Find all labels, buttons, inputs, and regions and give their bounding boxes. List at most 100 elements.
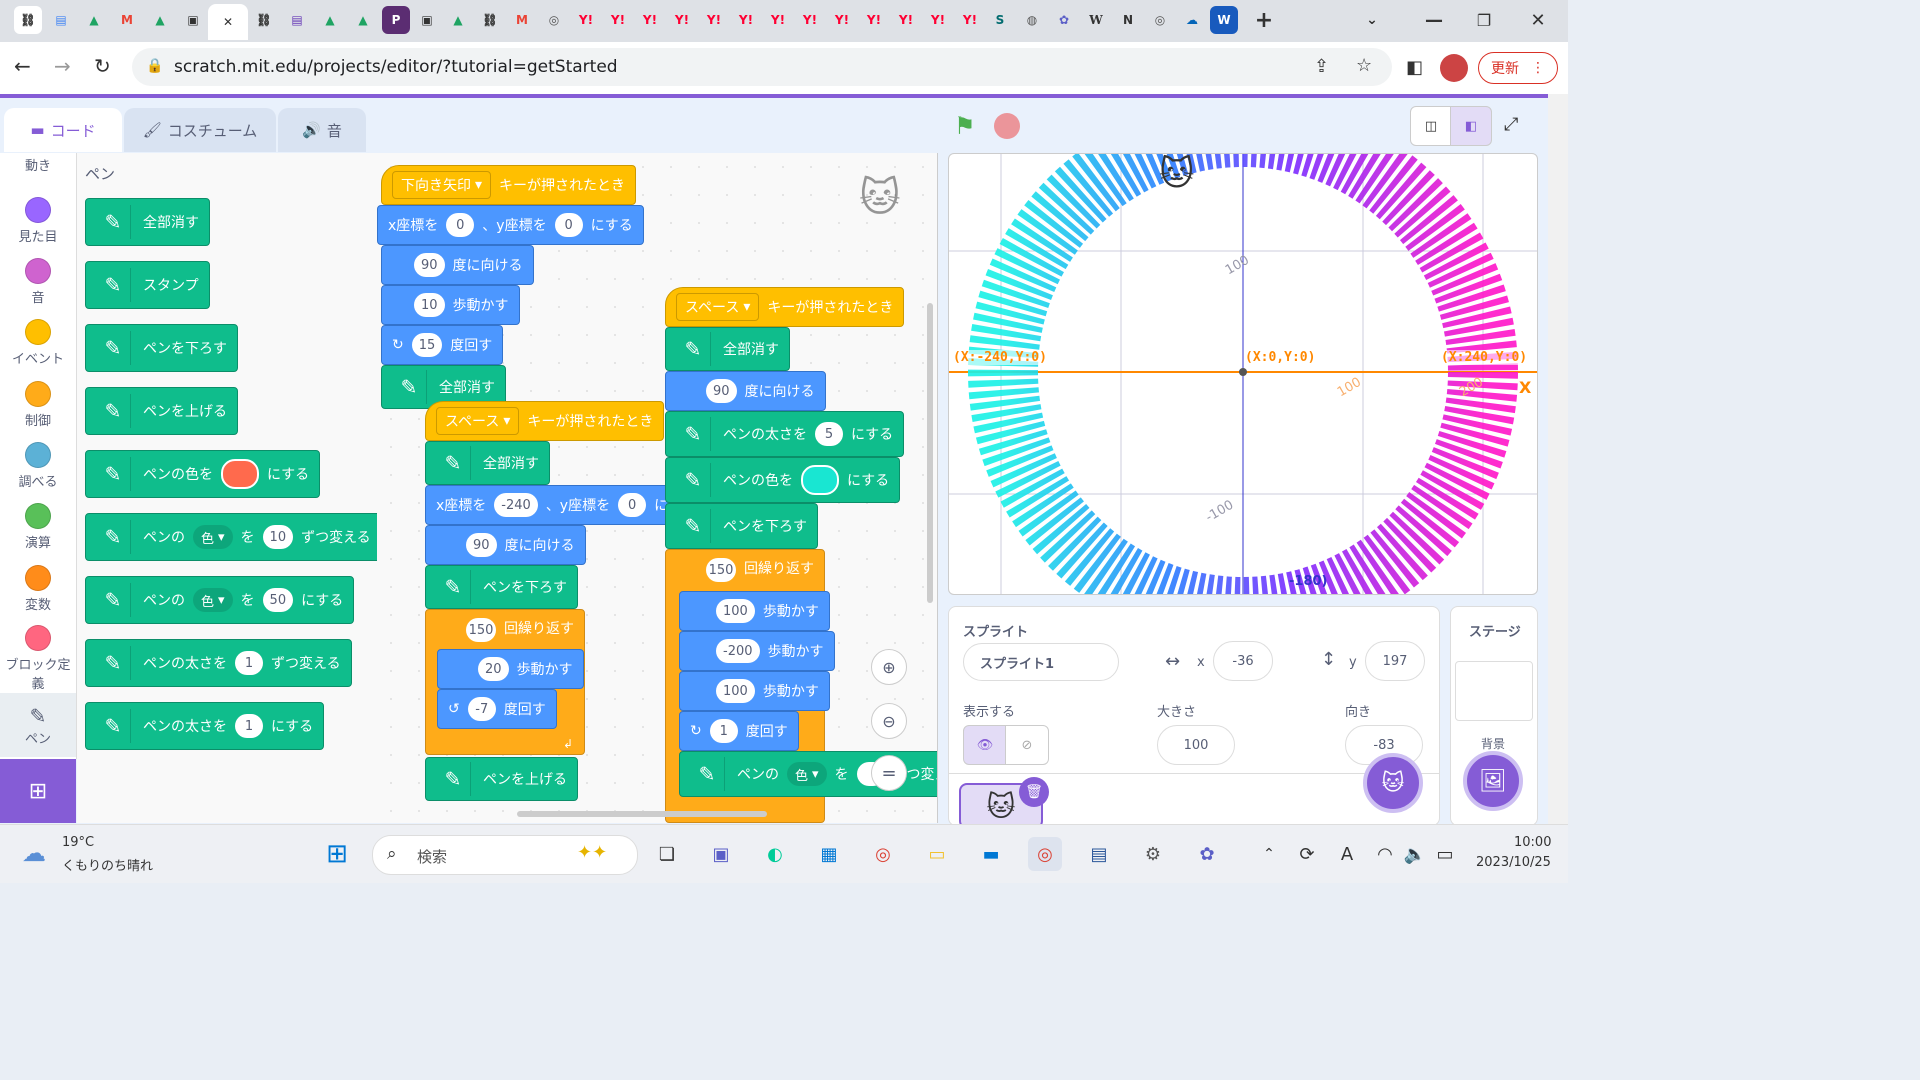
green-flag-icon[interactable]: ⚑ <box>954 112 976 140</box>
wifi-icon[interactable]: ◠ <box>1368 837 1402 871</box>
tab-drive-icon[interactable]: ▲ <box>80 6 108 34</box>
tab-chrome-icon[interactable]: ◎ <box>540 6 568 34</box>
color-swatch[interactable] <box>221 459 259 489</box>
scripts-area[interactable]: 下向き矢印 ▾ キーが押されたとき x座標を 0 、y座標を 0 にする 90 度に向ける 1… <box>377 153 938 823</box>
tab-sound[interactable]: 🔊 音 <box>278 108 366 152</box>
tab-forms-icon[interactable]: ▤ <box>283 6 311 34</box>
weather-cloud-icon[interactable]: ☁ <box>22 839 46 867</box>
block-turn-right[interactable]: ↻ 15 度回す <box>381 325 504 365</box>
param-dropdown[interactable]: 色 ▾ <box>787 762 827 786</box>
remote-desktop-icon[interactable]: ▬ <box>974 837 1008 871</box>
sprite-cat-icon[interactable]: 🐱 <box>1159 154 1194 194</box>
tab-code[interactable]: ▬ コード <box>4 108 122 152</box>
tab-word-icon[interactable]: W <box>1210 6 1238 34</box>
tab-drive-icon[interactable]: ▲ <box>316 6 344 34</box>
teams-icon[interactable]: ▣ <box>704 837 738 871</box>
block-pen-down[interactable]: ✎ ペンを下ろす <box>425 565 578 609</box>
block-set-pen-color[interactable]: ✎ ペンの色を にする <box>85 450 321 498</box>
block-clear[interactable]: ✎ 全部消す <box>665 327 790 371</box>
vertical-scrollbar[interactable] <box>927 303 933 603</box>
notepad-icon[interactable]: ▤ <box>1082 837 1116 871</box>
store-icon[interactable]: ▦ <box>812 837 846 871</box>
tab-yahoo-icon[interactable]: Y! <box>892 6 920 34</box>
tab-sharepoint-icon[interactable]: S <box>986 6 1014 34</box>
minimize-icon[interactable]: — <box>1420 6 1448 34</box>
block-pen-up[interactable]: ✎ ペンを上げる <box>425 757 578 801</box>
task-view-icon[interactable]: ❏ <box>650 837 684 871</box>
block-change-pen-param[interactable]: ✎ ペンの色 ▾ を 10 ずつ変える <box>85 513 382 561</box>
block-move-steps[interactable]: 20 歩動かす <box>437 649 584 689</box>
tab-globe-icon[interactable]: ◍ <box>1018 6 1046 34</box>
tab-drive-icon[interactable]: ▲ <box>146 6 174 34</box>
category-motion[interactable]: 動き <box>0 155 76 174</box>
tab-costume[interactable]: 🖌 コスチューム <box>124 108 276 152</box>
battery-icon[interactable]: ▭ <box>1428 837 1462 871</box>
hat-key-pressed[interactable]: スペース ▾ キーが押されたとき <box>665 287 905 327</box>
size-input[interactable]: 100 <box>1157 725 1235 765</box>
restore-icon[interactable]: ❐ <box>1470 6 1498 34</box>
chrome-active-icon[interactable]: ◎ <box>1028 837 1062 871</box>
zoom-in-button[interactable]: ⊕ <box>871 649 907 685</box>
number-input[interactable]: 90 <box>466 533 497 557</box>
ime-icon[interactable]: A <box>1330 837 1364 871</box>
block-move-steps[interactable]: 100 歩動かす <box>679 591 830 631</box>
zoom-reset-button[interactable]: = <box>871 755 907 791</box>
block-turn-left[interactable]: ↺ -7 度回す <box>437 689 557 729</box>
tab-chrome-icon[interactable]: ◎ <box>1146 6 1174 34</box>
block-change-pen-size[interactable]: ✎ ペンの太さを 1 ずつ変える <box>85 639 352 687</box>
tab-yahoo-icon[interactable]: Y! <box>924 6 952 34</box>
tab-search-chevron-icon[interactable]: ⌄ <box>1358 6 1386 34</box>
category-pen[interactable]: ✎ ペン <box>0 693 76 757</box>
tab-yahoo-icon[interactable]: Y! <box>956 6 984 34</box>
number-input[interactable]: 5 <box>815 422 843 446</box>
category-sound[interactable]: 音 <box>0 258 76 306</box>
sync-icon[interactable]: ⟳ <box>1290 837 1324 871</box>
block-point-direction[interactable]: 90 度に向ける <box>381 245 534 285</box>
tab-yahoo-icon[interactable]: Y! <box>604 6 632 34</box>
block-clear[interactable]: ✎ 全部消す <box>425 441 550 485</box>
windows-start-icon[interactable]: ⊞ <box>320 837 354 871</box>
block-pen-down[interactable]: ✎ ペンを下ろす <box>85 324 238 372</box>
block-point-direction[interactable]: 90 度に向ける <box>425 525 586 565</box>
number-input[interactable]: 1 <box>235 714 263 738</box>
key-dropdown[interactable]: スペース ▾ <box>436 407 520 435</box>
stage-selector-pane[interactable]: ステージ 背景 🖼 <box>1450 606 1538 826</box>
tab-active-close-icon[interactable]: ✕ <box>208 4 248 40</box>
tab-drive-icon[interactable]: ▲ <box>349 6 377 34</box>
tab-contacts-icon[interactable]: ▣ <box>179 6 207 34</box>
tab-link-icon[interactable]: ⛓ <box>476 6 504 34</box>
tab-drive-icon[interactable]: ▲ <box>444 6 472 34</box>
bookmark-star-icon[interactable]: ☆ <box>1356 55 1372 76</box>
block-pen-up[interactable]: ✎ ペンを上げる <box>85 387 238 435</box>
number-input[interactable]: 0 <box>446 213 475 237</box>
category-operators[interactable]: 演算 <box>0 503 76 551</box>
number-input[interactable]: 10 <box>262 525 294 549</box>
y-input[interactable]: 197 <box>1365 641 1425 681</box>
param-dropdown[interactable]: 色 ▾ <box>193 525 233 549</box>
close-window-icon[interactable]: ✕ <box>1524 6 1552 34</box>
tray-chevron-icon[interactable]: ⌃ <box>1252 837 1286 871</box>
delete-sprite-button[interactable]: 🗑 <box>1019 777 1049 807</box>
avatar[interactable] <box>1440 54 1468 82</box>
share-icon[interactable]: ⇪ <box>1314 56 1329 77</box>
block-set-pen-size[interactable]: ✎ ペンの太さを 5 にする <box>665 411 905 457</box>
number-input[interactable]: -7 <box>467 697 496 721</box>
zoom-out-button[interactable]: ⊖ <box>871 703 907 739</box>
block-goto-xy[interactable]: x座標を-240、y座標を0にす <box>425 485 694 525</box>
number-input[interactable]: 150 <box>706 558 736 582</box>
tab-yahoo-icon[interactable]: Y! <box>700 6 728 34</box>
number-input[interactable]: 100 <box>716 679 755 703</box>
block-move-steps[interactable]: 100 歩動かす <box>679 671 830 711</box>
number-input[interactable]: -200 <box>716 639 760 663</box>
hat-key-pressed[interactable]: スペース ▾ キーが押されたとき <box>425 401 665 441</box>
number-input[interactable]: 0 <box>554 213 583 237</box>
category-control[interactable]: 制御 <box>0 381 76 429</box>
tab-gmail-icon[interactable]: M <box>113 6 141 34</box>
number-input[interactable]: -240 <box>494 493 538 517</box>
stop-icon[interactable] <box>994 113 1020 139</box>
key-dropdown[interactable]: 下向き矢印 ▾ <box>392 171 492 199</box>
block-clear[interactable]: ✎ 全部消す <box>85 198 210 246</box>
tab-yahoo-icon[interactable]: Y! <box>668 6 696 34</box>
tab-contacts-icon[interactable]: ▣ <box>413 6 441 34</box>
param-dropdown[interactable]: 色 ▾ <box>193 588 233 612</box>
